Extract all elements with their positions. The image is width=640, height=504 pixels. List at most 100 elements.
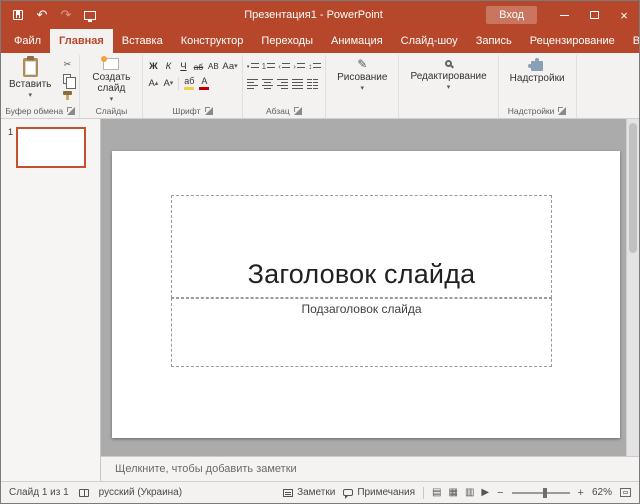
tab-animations[interactable]: Анимация <box>322 29 392 53</box>
titlebar-controls: Вход × <box>486 1 639 29</box>
clipboard-dialog-launcher[interactable] <box>67 107 75 115</box>
addins-button[interactable]: Надстройки <box>502 55 573 84</box>
text-highlight-button[interactable]: аб <box>182 76 196 91</box>
reading-view-button[interactable]: ▥ <box>465 487 474 498</box>
numbering-button[interactable]: 1 <box>261 59 276 74</box>
undo-button[interactable]: ↶ <box>31 4 53 26</box>
proofing-icon <box>79 489 89 497</box>
slide-thumbnail-1[interactable] <box>16 127 86 168</box>
zoom-level[interactable]: 62% <box>592 487 612 498</box>
comments-icon <box>343 489 353 496</box>
font-color-bar <box>199 87 209 90</box>
decrease-indent-button[interactable]: ‹ <box>277 59 291 74</box>
slideshow-view-button[interactable]: ▶ <box>481 487 489 498</box>
tab-review[interactable]: Рецензирование <box>521 29 624 53</box>
align-center-button[interactable] <box>261 76 275 91</box>
subtitle-placeholder[interactable]: Подзаголовок слайда <box>171 298 552 367</box>
justify-icon <box>292 78 303 89</box>
align-left-button[interactable] <box>246 76 260 91</box>
tab-file[interactable]: Файл <box>5 29 50 53</box>
tab-slideshow[interactable]: Слайд-шоу <box>392 29 467 53</box>
slide-number: 1 <box>1 127 16 137</box>
zoom-slider-handle[interactable] <box>543 488 547 498</box>
ribbon-group-addins: Надстройки Надстройки <box>499 55 577 118</box>
bold-button[interactable]: Ж <box>146 59 160 74</box>
maximize-icon <box>590 11 599 19</box>
tab-view[interactable]: Вид <box>624 29 640 53</box>
find-icon <box>445 60 452 67</box>
monitor-icon <box>84 11 96 20</box>
tab-home[interactable]: Главная <box>50 29 113 53</box>
new-slide-dropdown-caret: ▾ <box>110 96 114 103</box>
columns-button[interactable] <box>306 76 320 91</box>
highlight-color-bar <box>184 87 194 90</box>
align-center-icon <box>262 78 273 89</box>
ribbon-spacer <box>577 55 639 118</box>
redo-button[interactable]: ↷ <box>55 4 77 26</box>
editing-menu-button[interactable]: Редактирование ▾ <box>402 55 494 91</box>
ribbon-group-drawing: ✎ Рисование ▾ <box>326 55 399 118</box>
ribbon-group-font: Ж К Ч аб АВ Аа▾ А▴ А▾ аб А Шрифт <box>143 55 242 118</box>
notes-toggle-button[interactable]: Заметки <box>283 487 335 498</box>
slides-group-label: Слайды <box>96 106 128 116</box>
powerpoint-window: ↶ ↷ Презентация1 - PowerPoint Вход × Фай… <box>0 0 640 504</box>
justify-button[interactable] <box>291 76 305 91</box>
view-switcher: ▤ ▦ ▥ ▶ <box>432 487 489 498</box>
zoom-out-button[interactable]: − <box>497 487 503 499</box>
save-button[interactable] <box>7 4 29 26</box>
tab-record[interactable]: Запись <box>467 29 521 53</box>
fit-slide-to-window-button[interactable] <box>620 488 631 497</box>
change-case-button[interactable]: Аа▾ <box>221 59 238 74</box>
increase-indent-button[interactable]: › <box>292 59 306 74</box>
copy-button[interactable] <box>58 72 76 85</box>
addins-dialog-launcher[interactable] <box>558 107 566 115</box>
drawing-menu-button[interactable]: ✎ Рисование ▾ <box>329 55 395 92</box>
slide-canvas[interactable]: Заголовок слайда Подзаголовок слайда <box>112 151 620 438</box>
line-spacing-button[interactable]: ↕ <box>307 59 322 74</box>
zoom-slider[interactable] <box>512 492 570 494</box>
minimize-icon <box>560 15 569 16</box>
line-spacing-icon <box>313 62 321 71</box>
normal-view-button[interactable]: ▤ <box>432 487 441 498</box>
italic-button[interactable]: К <box>161 59 175 74</box>
maximize-button[interactable] <box>579 1 609 29</box>
close-button[interactable]: × <box>609 1 639 29</box>
bullets-button[interactable]: • <box>246 59 260 74</box>
divider <box>423 487 424 499</box>
paragraph-dialog-launcher[interactable] <box>294 107 302 115</box>
align-left-icon <box>247 78 258 89</box>
cut-button[interactable]: ✂ <box>58 58 76 71</box>
clipboard-group-label: Буфер обмена <box>5 106 63 116</box>
font-group-label: Шрифт <box>173 106 201 116</box>
sign-in-button[interactable]: Вход <box>486 6 537 24</box>
grow-font-button[interactable]: А▴ <box>146 76 160 91</box>
font-dialog-launcher[interactable] <box>205 107 213 115</box>
paragraph-group-label: Абзац <box>266 106 290 116</box>
align-right-button[interactable] <box>276 76 290 91</box>
strikethrough-button[interactable]: аб <box>191 59 205 74</box>
underline-button[interactable]: Ч <box>176 59 190 74</box>
language-button[interactable]: русский (Украина) <box>99 487 182 498</box>
zoom-in-button[interactable]: + <box>578 487 584 499</box>
paste-button[interactable]: Вставить ▾ <box>4 55 56 99</box>
ribbon-tabs: Файл Главная Вставка Конструктор Переход… <box>1 29 639 53</box>
notes-pane[interactable]: Щелкните, чтобы добавить заметки <box>101 456 639 481</box>
tab-transitions[interactable]: Переходы <box>252 29 322 53</box>
shrink-font-button[interactable]: А▾ <box>161 76 175 91</box>
window-title: Презентация1 - PowerPoint <box>141 9 486 21</box>
tab-insert[interactable]: Вставка <box>113 29 172 53</box>
font-color-button[interactable]: А <box>197 76 211 91</box>
tab-design[interactable]: Конструктор <box>172 29 253 53</box>
vertical-scrollbar[interactable] <box>626 119 639 456</box>
scrollbar-thumb[interactable] <box>629 123 637 253</box>
proofing-button[interactable] <box>79 489 89 497</box>
comments-toggle-button[interactable]: Примечания <box>343 487 415 498</box>
title-placeholder[interactable]: Заголовок слайда <box>171 195 552 298</box>
start-slideshow-button[interactable] <box>79 4 101 26</box>
minimize-button[interactable] <box>549 1 579 29</box>
new-slide-button[interactable]: Создать слайд ▾ <box>83 55 139 103</box>
character-spacing-button[interactable]: АВ <box>206 59 220 74</box>
slide-sorter-view-button[interactable]: ▦ <box>449 487 458 498</box>
paste-icon <box>23 58 38 77</box>
notes-icon <box>283 489 293 497</box>
